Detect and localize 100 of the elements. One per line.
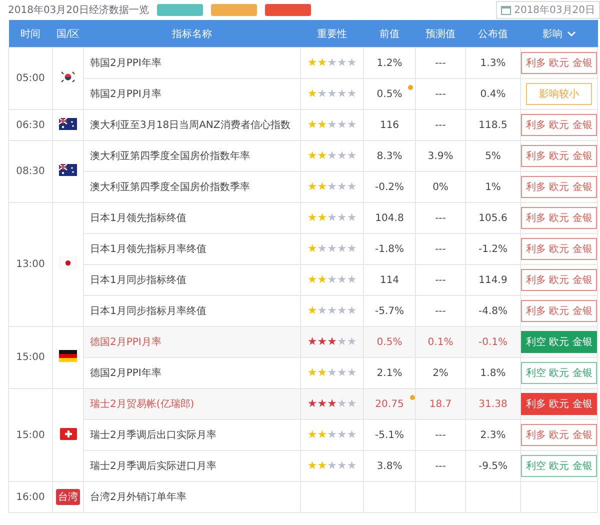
impact-tag: 利多 欧元 金银 bbox=[521, 114, 598, 136]
time-cell: 08:30 bbox=[16, 166, 45, 177]
time-cell: 06:30 bbox=[16, 120, 45, 130]
flag-icon bbox=[59, 257, 77, 269]
impact-tag: 利空 欧元 金银 bbox=[521, 331, 598, 353]
column-header: 公布值 bbox=[478, 28, 508, 40]
forecast-value: --- bbox=[435, 244, 446, 254]
impact-tag: 利多 欧元 金银 bbox=[521, 424, 598, 446]
flag-icon bbox=[60, 428, 76, 440]
previous-value: -0.2% bbox=[374, 182, 404, 192]
time-cell: 16:00 bbox=[16, 492, 45, 502]
previous-value: -5.1% bbox=[374, 430, 404, 440]
indicator-name: 德国2月PPI年率 bbox=[90, 368, 162, 379]
forecast-value: 3.9% bbox=[428, 150, 454, 162]
actual-value: 118.5 bbox=[478, 120, 508, 130]
indicator-name: 澳大利亚第四季度全国房价指数年率 bbox=[90, 151, 250, 162]
actual-value: 1% bbox=[485, 182, 501, 192]
impact-tag: 利多 欧元 金银 bbox=[521, 393, 598, 415]
flag-icon bbox=[59, 164, 77, 176]
impact-tag: 利多 欧元 金银 bbox=[521, 145, 598, 167]
impact-tag: 利多 欧元 金银 bbox=[521, 176, 598, 198]
filter-button[interactable] bbox=[210, 4, 257, 16]
importance-stars: ★★★★★ bbox=[307, 243, 357, 254]
importance-stars: ★★★★★ bbox=[307, 119, 357, 130]
forecast-value: --- bbox=[435, 58, 446, 68]
importance-stars: ★★★★★ bbox=[307, 150, 357, 161]
previous-value: 114 bbox=[380, 274, 400, 286]
impact-tag: 影响较小 bbox=[526, 83, 592, 105]
previous-value: 0.5% bbox=[376, 336, 402, 348]
previous-value: 2.1% bbox=[376, 368, 402, 378]
column-header: 预测值 bbox=[426, 28, 456, 40]
importance-stars: ★★★★★ bbox=[307, 212, 357, 223]
calendar-icon bbox=[501, 5, 512, 15]
column-header: 时间 bbox=[20, 28, 40, 40]
impact-tag: 利多 欧元 金银 bbox=[521, 207, 598, 229]
actual-value: -9.5% bbox=[478, 460, 508, 472]
forecast-value: --- bbox=[435, 120, 446, 130]
indicator-name: 韩国2月PPI年率 bbox=[90, 58, 162, 69]
previous-value: 8.3% bbox=[376, 150, 402, 162]
indicator-name: 台湾2月外销订单年率 bbox=[90, 492, 186, 503]
indicator-name: 德国2月PPI月率 bbox=[90, 337, 162, 348]
previous-value: 20.75 bbox=[375, 398, 404, 410]
previous-value: -1.8% bbox=[374, 244, 404, 254]
flag-icon bbox=[59, 118, 77, 130]
actual-value: -1.2% bbox=[478, 244, 508, 254]
column-header: 国/区 bbox=[56, 28, 80, 40]
actual-value: 5% bbox=[485, 150, 501, 162]
previous-value: 104.8 bbox=[375, 212, 404, 224]
indicator-name: 瑞士2月季调后实际进口月率 bbox=[90, 461, 216, 472]
forecast-value: --- bbox=[435, 430, 446, 440]
region-badge: 台湾 bbox=[56, 489, 80, 505]
forecast-value: 2% bbox=[432, 368, 448, 378]
indicator-name: 瑞士2月季调后出口实际月率 bbox=[90, 430, 216, 441]
actual-value: 0.4% bbox=[480, 88, 506, 100]
importance-stars: ★★★★★ bbox=[307, 88, 357, 99]
impact-tag: 利空 欧元 金银 bbox=[521, 362, 598, 384]
indicator-name: 韩国2月PPI月率 bbox=[90, 89, 162, 100]
indicator-name: 日本1月同步指标终值 bbox=[90, 275, 186, 286]
importance-stars: ★★★★★ bbox=[307, 57, 357, 68]
chevron-down-icon bbox=[566, 30, 576, 36]
flag-icon bbox=[60, 70, 76, 84]
importance-stars: ★★★★★ bbox=[307, 398, 357, 409]
indicator-name: 澳大利亚第四季度全国房价指数季率 bbox=[90, 182, 250, 193]
importance-stars: ★★★★★ bbox=[307, 305, 357, 316]
importance-stars: ★★★★★ bbox=[307, 367, 357, 378]
impact-tag: 利多 欧元 金银 bbox=[521, 238, 598, 260]
forecast-value: --- bbox=[435, 212, 446, 224]
forecast-value: --- bbox=[435, 306, 446, 316]
forecast-value: 18.7 bbox=[429, 398, 452, 410]
date-field[interactable]: 2018年03月20日 bbox=[496, 1, 600, 19]
importance-stars: ★★★★★ bbox=[307, 336, 357, 347]
time-cell: 13:00 bbox=[16, 259, 45, 270]
filter-button[interactable] bbox=[156, 4, 203, 16]
indicator-name: 澳大利亚至3月18日当周ANZ消费者信心指数 bbox=[90, 120, 290, 131]
actual-value: -4.8% bbox=[478, 306, 508, 316]
impact-tag: 利多 欧元 金银 bbox=[521, 300, 598, 322]
column-header: 前值 bbox=[380, 28, 400, 40]
forecast-value: --- bbox=[435, 460, 446, 472]
impact-tag: 利多 欧元 金银 bbox=[521, 52, 598, 74]
impact-tag: 利多 欧元 金银 bbox=[521, 269, 598, 291]
indicator-name: 瑞士2月贸易帐(亿瑞郎) bbox=[90, 399, 194, 410]
forecast-value: 0% bbox=[432, 182, 448, 192]
actual-value: 114.9 bbox=[478, 274, 508, 286]
column-header: 指标名称 bbox=[172, 28, 212, 40]
flag-icon bbox=[59, 350, 77, 362]
actual-value: 31.38 bbox=[478, 398, 508, 410]
indicator-name: 日本1月同步指标月率终值 bbox=[90, 306, 206, 317]
impact-tag: 利空 欧元 金银 bbox=[521, 455, 598, 477]
importance-stars: ★★★★★ bbox=[307, 274, 357, 285]
filter-button[interactable] bbox=[264, 4, 311, 16]
actual-value: 1.8% bbox=[480, 368, 506, 378]
importance-stars: ★★★★★ bbox=[307, 429, 357, 440]
actual-value: 2.3% bbox=[480, 430, 506, 440]
page-title: 2018年03月20日经济数据一览 bbox=[8, 4, 149, 17]
importance-stars: ★★★★★ bbox=[307, 181, 357, 192]
forecast-value: --- bbox=[435, 274, 446, 286]
time-cell: 05:00 bbox=[16, 73, 45, 84]
importance-stars: ★★★★★ bbox=[307, 460, 357, 471]
previous-value: 0.5% bbox=[376, 88, 402, 100]
time-cell: 15:00 bbox=[16, 352, 45, 363]
